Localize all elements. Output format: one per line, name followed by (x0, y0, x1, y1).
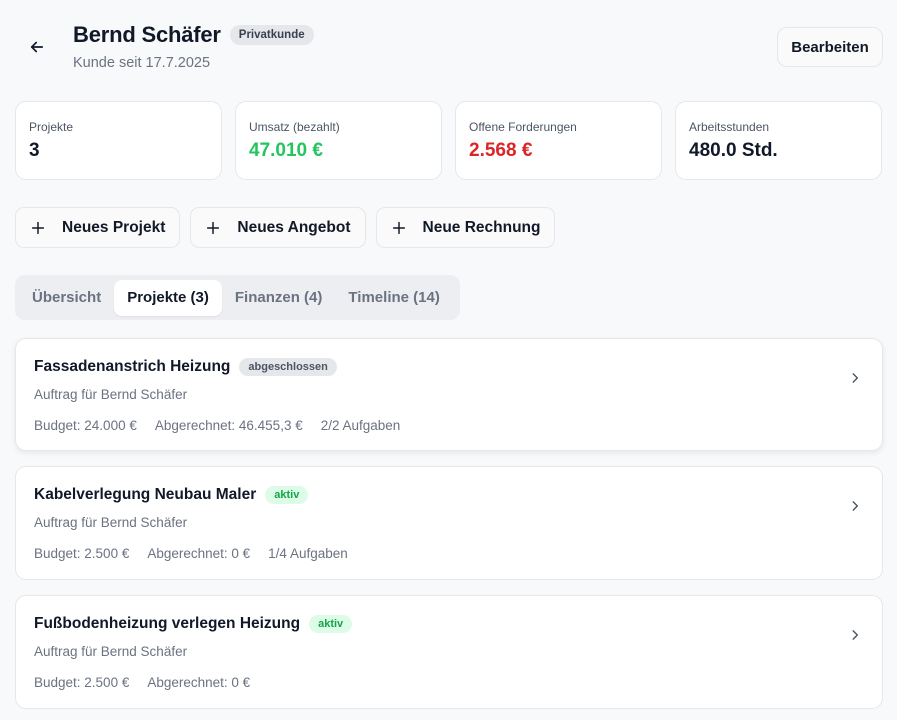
project-card[interactable]: Fassadenanstrich Heizung abgeschlossen A… (15, 338, 883, 451)
project-title: Kabelverlegung Neubau Maler (34, 486, 257, 503)
project-subtitle: Auftrag für Bernd Schäfer (34, 387, 188, 402)
new-quote-label: Neues Angebot (237, 218, 351, 236)
plus-icon (205, 220, 221, 236)
project-tasks: 2/2 Aufgaben (320, 418, 401, 433)
stat-label: Projekte (29, 120, 74, 134)
stat-value: 47.010 € (249, 140, 323, 161)
project-subtitle: Auftrag für Bernd Schäfer (34, 515, 188, 530)
stat-value: 3 (29, 140, 40, 161)
project-title-row: Fassadenanstrich Heizung abgeschlossen (34, 358, 337, 376)
new-project-label: Neues Projekt (62, 218, 166, 236)
page-title: Bernd Schäfer (73, 22, 221, 47)
plus-icon (30, 220, 46, 236)
customer-type-badge: Privatkunde (229, 25, 314, 45)
new-project-button[interactable]: Neues Projekt (15, 207, 181, 248)
chevron-right-icon (848, 499, 862, 513)
tab-projects[interactable]: Projekte (3) (114, 279, 222, 316)
stat-label: Arbeitsstunden (689, 120, 770, 134)
project-subtitle: Auftrag für Bernd Schäfer (34, 644, 188, 659)
project-budget: Budget: 24.000 € (34, 418, 137, 433)
plus-icon (391, 220, 407, 236)
status-badge: aktiv (309, 615, 353, 633)
chevron-right-icon (848, 628, 862, 642)
project-billed: Abgerechnet: 0 € (147, 675, 251, 690)
project-list: Fassadenanstrich Heizung abgeschlossen A… (15, 338, 883, 720)
new-quote-button[interactable]: Neues Angebot (190, 207, 366, 248)
project-billed: Abgerechnet: 46.455,3 € (154, 418, 303, 433)
status-badge: aktiv (265, 486, 309, 504)
tab-finances[interactable]: Finanzen (4) (222, 280, 336, 316)
stat-value: 2.568 € (469, 140, 533, 161)
tab-bar: Übersicht Projekte (3) Finanzen (4) Time… (15, 275, 460, 320)
project-budget: Budget: 2.500 € (34, 675, 130, 690)
stat-label: Umsatz (bezahlt) (249, 120, 340, 134)
stat-card-projects: Projekte 3 (15, 101, 222, 180)
status-badge: abgeschlossen (239, 358, 337, 376)
customer-since: Kunde seit 17.7.2025 (73, 55, 211, 71)
chevron-right-icon (848, 371, 862, 385)
action-buttons: Neues Projekt Neues Angebot Neue Rechnun… (15, 207, 556, 248)
page-header: Bernd Schäfer Privatkunde Kunde seit 17.… (0, 0, 897, 90)
project-budget: Budget: 2.500 € (34, 546, 130, 561)
project-card[interactable]: Kabelverlegung Neubau Maler aktiv Auftra… (15, 466, 883, 580)
arrow-left-icon (30, 41, 44, 53)
title-row: Bernd Schäfer Privatkunde (73, 22, 314, 48)
project-billed: Abgerechnet: 0 € (147, 546, 251, 561)
stats-row: Projekte 3 Umsatz (bezahlt) 47.010 € Off… (15, 101, 882, 180)
stat-card-revenue: Umsatz (bezahlt) 47.010 € (235, 101, 442, 180)
stat-label: Offene Forderungen (469, 120, 577, 134)
project-title: Fußbodenheizung verlegen Heizung (34, 615, 301, 632)
project-tasks: 1/4 Aufgaben (268, 546, 348, 561)
edit-button[interactable]: Bearbeiten (777, 27, 883, 67)
back-button[interactable] (24, 34, 50, 60)
project-card[interactable]: Fußbodenheizung verlegen Heizung aktiv A… (15, 595, 883, 709)
project-meta: Budget: 2.500 € Abgerechnet: 0 € 1/4 Auf… (34, 546, 348, 561)
new-invoice-button[interactable]: Neue Rechnung (375, 207, 556, 248)
new-invoice-label: Neue Rechnung (422, 218, 541, 236)
stat-card-open-receivables: Offene Forderungen 2.568 € (455, 101, 662, 180)
stat-value: 480.0 Std. (689, 140, 778, 161)
project-title: Fassadenanstrich Heizung (34, 358, 231, 375)
project-meta: Budget: 24.000 € Abgerechnet: 46.455,3 €… (34, 418, 400, 433)
tab-timeline[interactable]: Timeline (14) (335, 280, 452, 316)
project-title-row: Kabelverlegung Neubau Maler aktiv (34, 486, 309, 504)
tab-overview[interactable]: Übersicht (19, 280, 114, 316)
project-meta: Budget: 2.500 € Abgerechnet: 0 € (34, 675, 250, 690)
stat-card-work-hours: Arbeitsstunden 480.0 Std. (675, 101, 882, 180)
project-title-row: Fußbodenheizung verlegen Heizung aktiv (34, 615, 353, 633)
